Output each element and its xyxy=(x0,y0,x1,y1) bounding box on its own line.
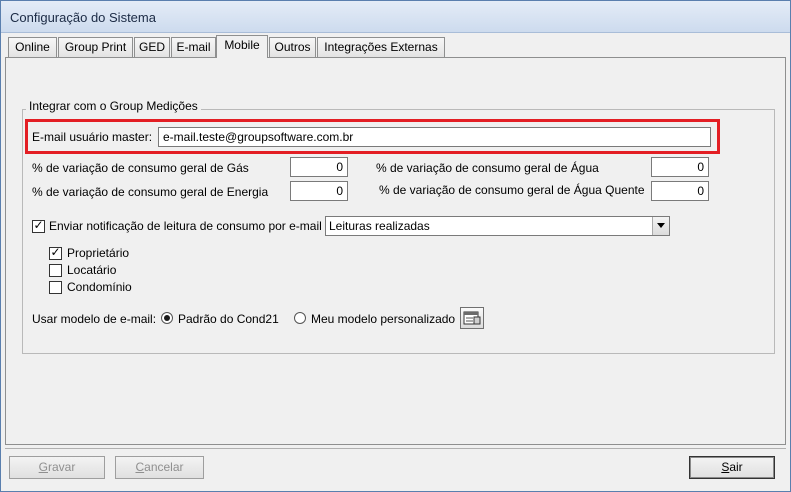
hot-water-variation-label: % de variação de consumo geral de Água Q… xyxy=(379,183,645,197)
notify-type-value: Leituras realizadas xyxy=(329,219,430,233)
group-medicoes-legend: Integrar com o Group Medições xyxy=(26,99,201,113)
tenant-checkbox[interactable] xyxy=(49,264,62,277)
gas-variation-label: % de variação de consumo geral de Gás xyxy=(32,161,249,175)
checkmark-icon: ✓ xyxy=(50,245,61,259)
footer-separator xyxy=(5,448,786,449)
notify-label: Enviar notificação de leitura de consumo… xyxy=(49,219,322,233)
window-title: Configuração do Sistema xyxy=(10,10,156,25)
tab-outros[interactable]: Outros xyxy=(269,37,316,57)
notify-type-select[interactable]: Leituras realizadas xyxy=(325,216,670,236)
template-default-label: Padrão do Cond21 xyxy=(178,312,279,326)
save-button[interactable]: Gravar xyxy=(9,456,105,479)
exit-button[interactable]: Sair xyxy=(689,456,775,479)
tenant-label: Locatário xyxy=(67,263,117,277)
hot-water-variation-input[interactable]: 0 xyxy=(651,181,709,201)
water-variation-input[interactable]: 0 xyxy=(651,157,709,177)
template-default-radio[interactable] xyxy=(161,312,173,324)
tab-group-print[interactable]: Group Print xyxy=(58,37,133,57)
tab-mobile[interactable]: Mobile xyxy=(216,35,268,58)
tab-online[interactable]: Online xyxy=(8,37,57,57)
template-custom-label: Meu modelo personalizado xyxy=(311,312,456,326)
tab-email[interactable]: E-mail xyxy=(171,37,216,57)
owner-checkbox[interactable]: ✓ xyxy=(49,245,62,260)
checkmark-icon: ✓ xyxy=(33,218,44,232)
template-editor-button[interactable] xyxy=(460,307,484,329)
gas-variation-input[interactable]: 0 xyxy=(290,157,348,177)
owner-label: Proprietário xyxy=(67,246,130,260)
config-window: Configuração do Sistema Online Group Pri… xyxy=(0,0,791,492)
dropdown-arrow-icon[interactable] xyxy=(652,217,669,235)
condo-checkbox[interactable] xyxy=(49,281,62,294)
water-variation-label: % de variação de consumo geral de Água xyxy=(376,161,599,175)
energy-variation-label: % de variação de consumo geral de Energi… xyxy=(32,185,269,199)
cancel-button[interactable]: Cancelar xyxy=(115,456,204,479)
email-template-label: Usar modelo de e-mail: xyxy=(32,312,157,326)
condo-label: Condomínio xyxy=(67,280,132,294)
template-custom-radio[interactable] xyxy=(294,312,306,324)
master-email-field[interactable]: e-mail.teste@groupsoftware.com.br xyxy=(158,127,711,147)
master-email-label: E-mail usuário master: xyxy=(32,130,153,144)
template-editor-icon xyxy=(463,311,481,325)
notify-checkbox[interactable]: ✓ xyxy=(32,218,45,233)
tab-integracoes-externas[interactable]: Integrações Externas xyxy=(317,37,445,57)
energy-variation-input[interactable]: 0 xyxy=(290,181,348,201)
tab-ged[interactable]: GED xyxy=(134,37,170,57)
title-bar[interactable]: Configuração do Sistema xyxy=(1,1,790,33)
